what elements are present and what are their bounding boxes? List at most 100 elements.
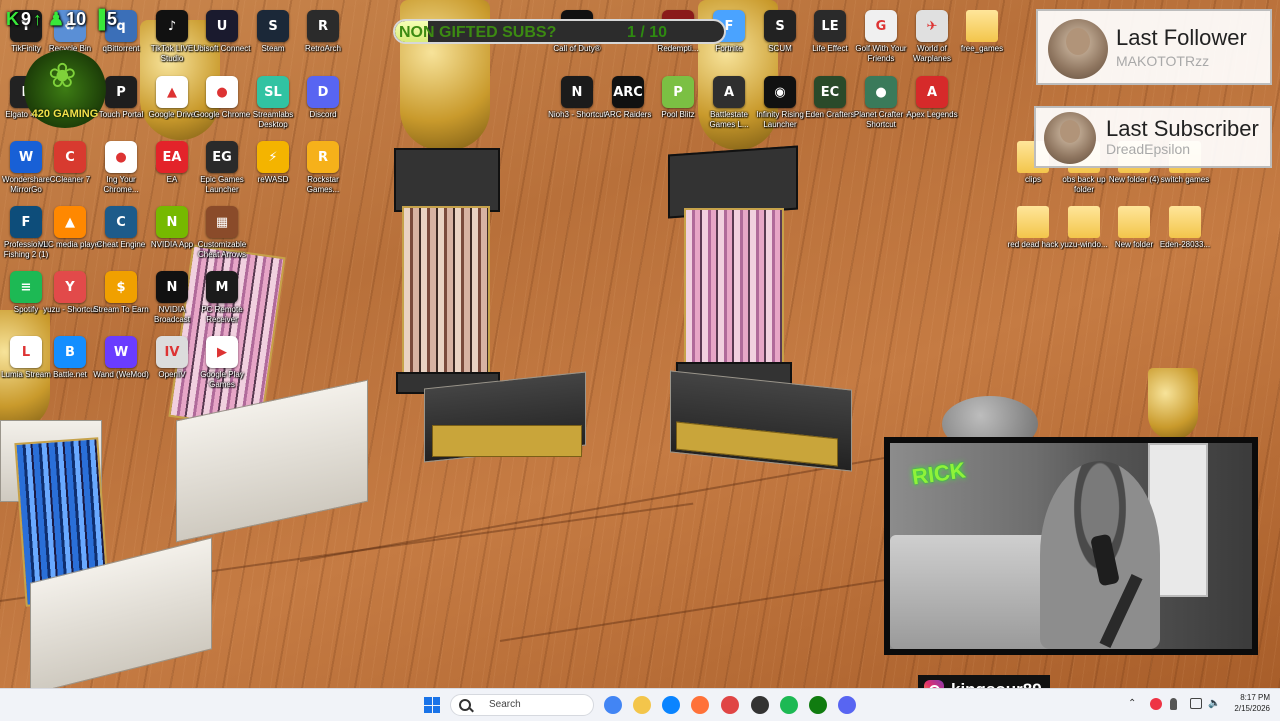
desktop-icon-label: free_games [960,44,1004,53]
app-icon: ● [105,141,137,173]
folder-icon [1118,206,1150,238]
desktop-icon-free-games[interactable]: free_games [950,6,1014,68]
desktop-icon-label: PC Remote Receiver [201,305,243,324]
xbox-taskbar-icon[interactable] [809,696,827,714]
search-placeholder: Search [489,699,521,710]
app-icon: U [206,10,238,42]
sub-goal-bar: NON GIFTED SUBS? 1 / 10 [393,19,726,44]
last-subscriber-box: Last Subscriber DreadEpsilon [1034,106,1272,168]
last-subscriber-heading: Last Subscriber [1106,116,1259,141]
microphone-icon[interactable] [1170,698,1177,710]
taskbar-search[interactable]: Search [450,694,594,716]
desktop-icon-label: Call of Duty® [553,44,601,53]
stat-viewers: ♟ 10 [48,9,86,30]
app-icon: ✈ [916,10,948,42]
desktop-icon-label: Customizable Cheat Arrows [197,240,247,259]
desktop-icon-label: Rockstar Games... [306,175,340,194]
webcam-name-tag: RICK [910,457,968,490]
folder-icon [1017,206,1049,238]
network-status-icon[interactable] [1150,698,1162,710]
desktop-icon-label: RetroArch [304,44,341,53]
app-icon: ◉ [764,76,796,108]
volume-icon[interactable]: 🔈 [1208,698,1220,710]
app-icon: N [156,271,188,303]
messenger-taskbar-icon[interactable] [662,696,680,714]
app-icon: ♪ [156,10,188,42]
desktop-icon-eden-28033[interactable]: Eden-28033... [1153,202,1217,264]
app-icon: ▲ [156,76,188,108]
app-icon: R [307,141,339,173]
webcam-feed: RICK [884,437,1258,655]
desktop-icon-discord[interactable]: D Discord [291,72,355,134]
taskbar-clock[interactable]: 8:17 PM 2/15/2026 [1226,692,1270,714]
app-icon: LE [814,10,846,42]
chevron-up-icon[interactable]: ⌃ [1128,698,1140,710]
app-icon: G [865,10,897,42]
app-icon: ▦ [206,206,238,238]
sub-goal-title: NON GIFTED SUBS? [399,24,557,41]
app-icon: C [54,141,86,173]
desktop-icon-rockstar-games[interactable]: R Rockstar Games... [291,137,355,199]
bars-icon: ▐ [92,8,105,29]
app-icon: A [916,76,948,108]
last-follower-heading: Last Follower [1116,25,1247,50]
app-icon: B [54,336,86,368]
desktop-icon-label: Eden-28033... [1159,240,1211,249]
small-trophy [1148,368,1198,440]
app-taskbar-icon[interactable] [751,696,769,714]
subscriber-avatar [1044,112,1096,164]
stat-k-icon: K [6,8,19,29]
folder-icon [966,10,998,42]
firefox-taskbar-icon[interactable] [691,696,709,714]
chrome-taskbar-icon[interactable] [604,696,622,714]
stat-bars: ▐ 5 [92,9,117,30]
app-icon: P [105,76,137,108]
stream-stats: K 9 ↑ ♟ 10 ▐ 5 [6,6,117,32]
last-follower-box: Last Follower MAKOTOTRzz [1036,9,1272,85]
app-icon: N [156,206,188,238]
app-icon: ARC [612,76,644,108]
app-icon: ▲ [54,206,86,238]
desktop-icon-retroarch[interactable]: R RetroArch [291,6,355,68]
desktop-icon-apex-legends[interactable]: A Apex Legends [900,72,964,134]
last-follower-name: MAKOTOTRzz [1116,53,1210,69]
person-icon: ♟ [48,8,65,29]
desktop-icon-customizable-cheat-arrows[interactable]: ▦ Customizable Cheat Arrows [190,202,254,264]
app-icon: EA [156,141,188,173]
maps-taskbar-icon[interactable] [721,696,739,714]
app-icon: ● [206,76,238,108]
app-icon: ▶ [206,336,238,368]
app-icon: EG [206,141,238,173]
display-icon[interactable] [1190,698,1202,709]
desktop-icon-label: Google Play Games [200,370,244,389]
desktop-icon-label: Apex Legends [906,110,958,119]
app-icon: IV [156,336,188,368]
app-icon: Y [54,271,86,303]
app-icon: M [206,271,238,303]
app-icon: A [713,76,745,108]
start-button[interactable] [424,697,440,713]
sub-goal-count: 1 / 10 [627,24,668,41]
desktop-icon-pc-remote-receiver[interactable]: M PC Remote Receiver [190,267,254,329]
clock-time: 8:17 PM [1240,693,1270,702]
spotify-taskbar-icon[interactable] [780,696,798,714]
app-icon: ● [865,76,897,108]
stat-value: 5 [106,8,117,29]
discord-taskbar-icon[interactable] [838,696,856,714]
desktop-icon-google-play-games[interactable]: ▶ Google Play Games [190,332,254,394]
app-icon: SL [257,76,289,108]
stat-value: 9 [21,8,32,29]
folder-icon [1169,206,1201,238]
folder-icon [1068,206,1100,238]
desktop-icon-label: Discord [309,110,337,119]
app-icon: S [257,10,289,42]
file-explorer-taskbar-icon[interactable] [633,696,651,714]
420-gaming-logo: ❀ 420 GAMING [22,50,108,128]
search-icon [459,699,471,711]
webcam-bed [890,535,1060,649]
logo-leaf-icon: ❀ [48,56,77,96]
app-icon: W [105,336,137,368]
app-icon: $ [105,271,137,303]
app-icon: D [307,76,339,108]
clock-date: 2/15/2026 [1234,704,1270,713]
